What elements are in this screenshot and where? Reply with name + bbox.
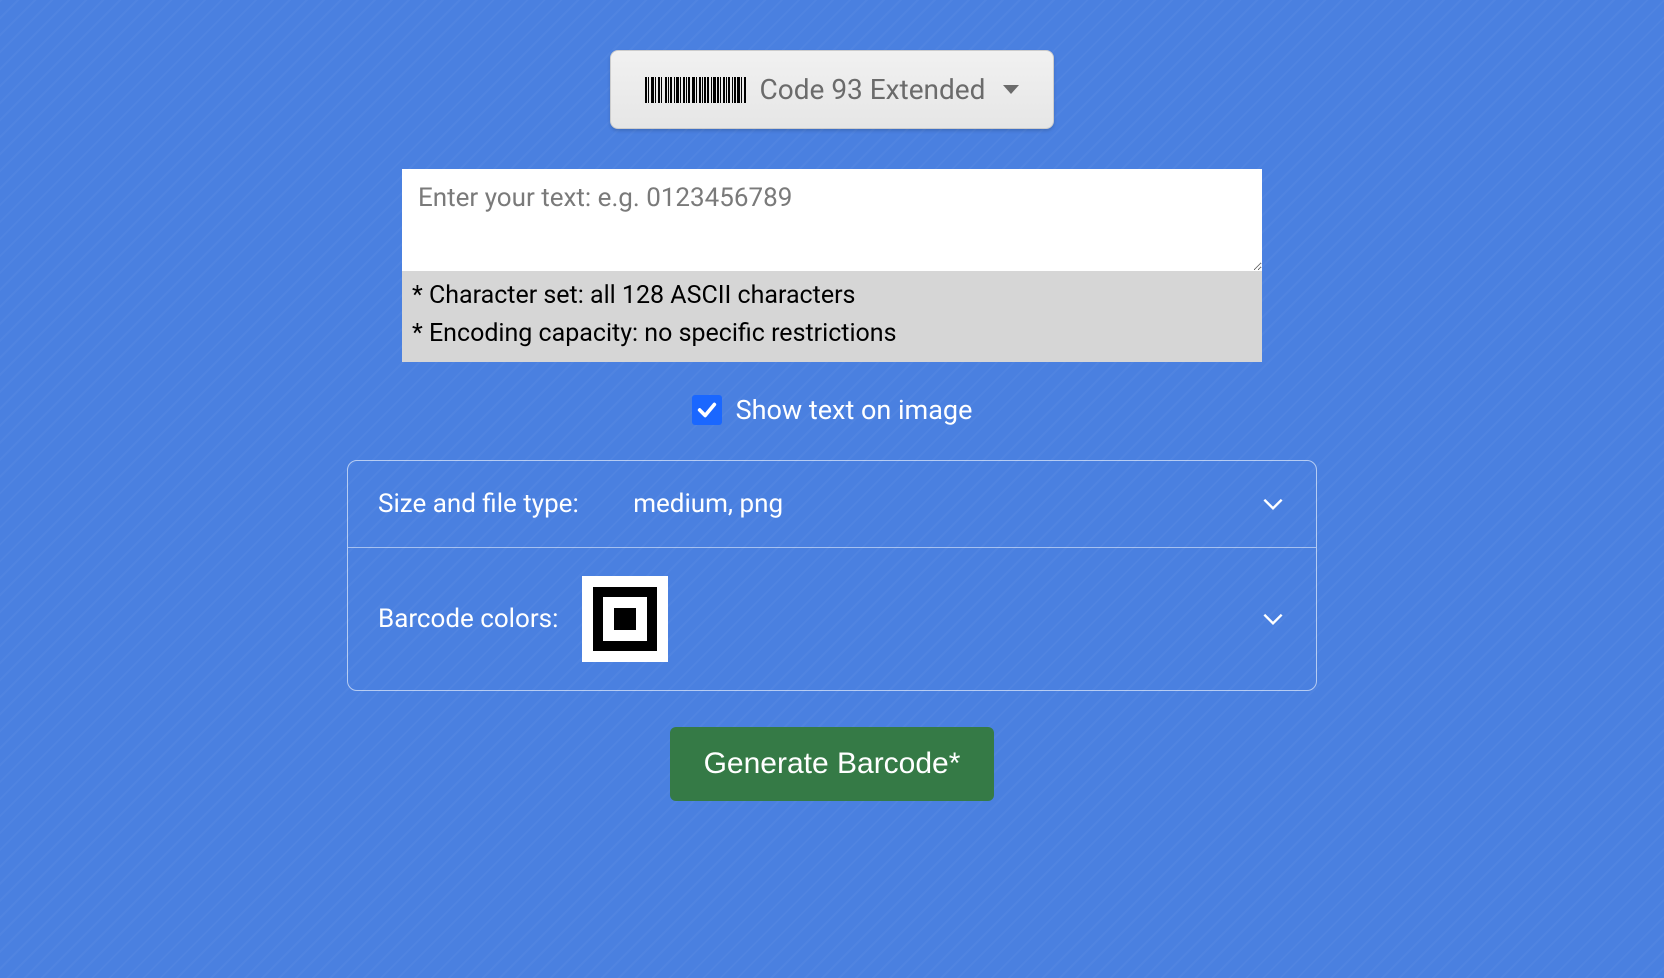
show-text-row: Show text on image <box>692 394 973 426</box>
hint-line: * Encoding capacity: no specific restric… <box>412 315 1252 353</box>
color-swatch-icon <box>582 576 668 662</box>
barcode-text-input[interactable] <box>402 169 1262 271</box>
barcode-colors-label: Barcode colors: <box>378 604 558 634</box>
input-hints: * Character set: all 128 ASCII character… <box>402 271 1262 362</box>
check-icon <box>696 399 718 421</box>
generate-barcode-button[interactable]: Generate Barcode* <box>670 727 995 801</box>
size-filetype-panel[interactable]: Size and file type: medium, png <box>348 461 1316 547</box>
hint-line: * Character set: all 128 ASCII character… <box>412 277 1252 315</box>
show-text-label: Show text on image <box>736 394 973 426</box>
chevron-down-icon <box>1260 491 1286 517</box>
caret-down-icon <box>1003 85 1019 94</box>
options-panels: Size and file type: medium, png Barcode … <box>347 460 1317 691</box>
barcode-colors-panel[interactable]: Barcode colors: <box>348 547 1316 690</box>
barcode-icon <box>645 77 746 103</box>
size-filetype-label: Size and file type: <box>378 489 579 519</box>
size-filetype-value: medium, png <box>633 489 783 519</box>
barcode-type-label: Code 93 Extended <box>760 73 986 106</box>
chevron-down-icon <box>1260 606 1286 632</box>
show-text-checkbox[interactable] <box>692 395 722 425</box>
barcode-type-dropdown[interactable]: Code 93 Extended <box>610 50 1055 129</box>
input-block: * Character set: all 128 ASCII character… <box>402 169 1262 362</box>
